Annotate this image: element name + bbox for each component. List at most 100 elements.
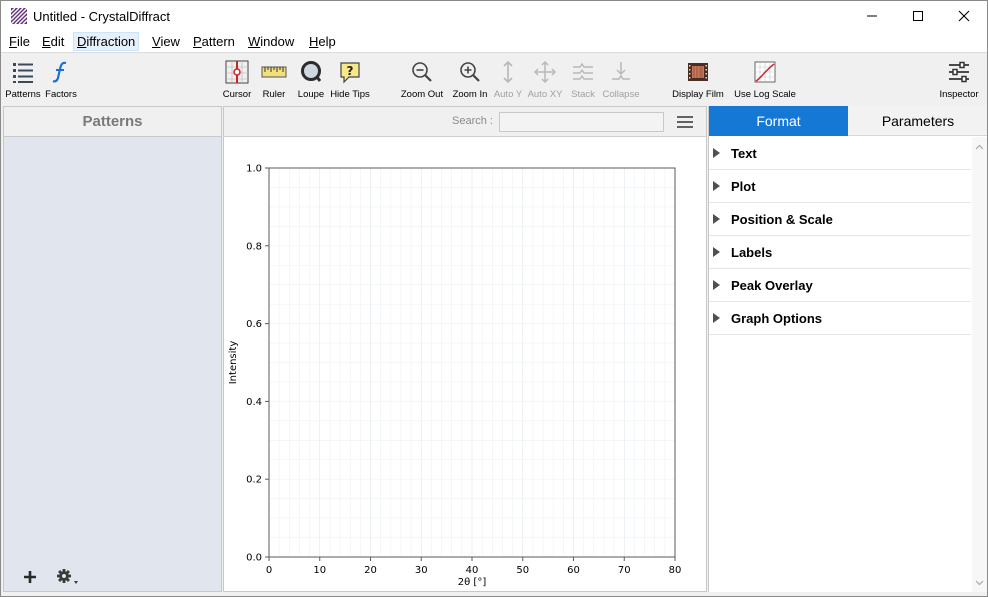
chevron-up-icon[interactable]	[975, 143, 984, 152]
section-peak-overlay[interactable]: Peak Overlay	[709, 269, 971, 302]
chart-panel: Search : 0 10 20 30 40 50 60 70 80 0.0 0.2 0.4 0.6 0…	[223, 106, 707, 592]
menu-icon[interactable]	[676, 114, 694, 130]
log-scale-label: Use Log Scale	[734, 89, 796, 100]
section-position-scale[interactable]: Position & Scale	[709, 203, 971, 236]
ruler-button[interactable]: Ruler	[257, 53, 291, 105]
function-icon	[52, 61, 67, 83]
x-tick-label: 20	[364, 565, 377, 576]
minimize-button[interactable]	[849, 1, 895, 31]
section-labels[interactable]: Labels	[709, 236, 971, 269]
cursor-label: Cursor	[222, 89, 252, 100]
patterns-panel-title: Patterns	[4, 107, 221, 137]
x-tick-label: 70	[618, 565, 631, 576]
list-icon	[13, 63, 33, 83]
menu-window[interactable]: Window	[245, 32, 297, 51]
maximize-button[interactable]	[895, 1, 941, 31]
gear-icon[interactable]	[56, 568, 82, 586]
stack-label: Stack	[571, 89, 595, 100]
menu-view[interactable]: View	[149, 32, 183, 51]
display-film-button[interactable]: Display Film	[670, 53, 726, 105]
disclosure-arrow-icon	[713, 181, 720, 191]
hide-tips-label: Hide Tips	[330, 89, 370, 100]
zoom-in-button[interactable]: Zoom In	[449, 53, 491, 105]
chevron-down-icon[interactable]	[975, 578, 984, 587]
y-tick-label: 0.6	[246, 319, 262, 330]
menu-edit[interactable]: Edit	[39, 32, 67, 51]
loupe-label: Loupe	[297, 89, 325, 100]
display-film-label: Display Film	[672, 89, 724, 100]
stack-icon	[573, 62, 593, 80]
factors-label: Factors	[45, 89, 77, 100]
section-plot[interactable]: Plot	[709, 170, 971, 203]
tab-format[interactable]: Format	[709, 106, 848, 136]
loupe-icon	[301, 61, 322, 82]
tips-icon: ?	[340, 62, 360, 84]
app-window: Untitled - CrystalDiffract File Edit Dif…	[0, 0, 988, 597]
zoom-out-icon	[412, 62, 432, 82]
close-button[interactable]	[941, 1, 987, 31]
search-input[interactable]	[499, 112, 664, 132]
collapse-button[interactable]: Collapse	[601, 53, 641, 105]
film-icon	[688, 63, 708, 81]
zoom-in-label: Zoom In	[452, 89, 488, 100]
factors-button[interactable]: Factors	[43, 53, 79, 105]
disclosure-arrow-icon	[713, 214, 720, 224]
inspector-button[interactable]: Inspector	[937, 53, 981, 105]
menu-help[interactable]: Help	[306, 32, 339, 51]
window-title: Untitled - CrystalDiffract	[33, 9, 171, 24]
disclosure-arrow-icon	[713, 247, 720, 257]
auto-xy-label: Auto XY	[527, 89, 563, 100]
x-axis-label: 2θ [°]	[458, 577, 487, 588]
ruler-icon	[261, 66, 287, 78]
section-graph-options[interactable]: Graph Options	[709, 302, 971, 335]
disclosure-arrow-icon	[713, 280, 720, 290]
log-scale-icon	[754, 61, 776, 83]
title-bar: Untitled - CrystalDiffract	[1, 1, 987, 31]
menu-pattern[interactable]: Pattern	[190, 32, 238, 51]
y-axis-label: Intensity	[228, 341, 239, 385]
x-tick-label: 0	[266, 565, 272, 576]
auto-y-button[interactable]: Auto Y	[491, 53, 525, 105]
section-label: Peak Overlay	[731, 278, 813, 293]
loupe-button[interactable]: Loupe	[294, 53, 328, 105]
section-label: Text	[731, 146, 757, 161]
y-axis: 0.0 0.2 0.4 0.6 0.8 1.0	[246, 164, 269, 564]
zoom-in-icon	[460, 62, 480, 82]
y-tick-label: 0.8	[246, 241, 262, 252]
search-label: Search :	[452, 115, 493, 127]
minimize-icon	[867, 15, 877, 17]
section-text[interactable]: Text	[709, 137, 971, 170]
patterns-button[interactable]: Patterns	[4, 53, 42, 105]
x-tick-label: 30	[415, 565, 428, 576]
disclosure-arrow-icon	[713, 313, 720, 323]
zoom-out-label: Zoom Out	[400, 89, 444, 100]
maximize-icon	[913, 11, 923, 21]
stack-button[interactable]: Stack	[566, 53, 600, 105]
crystal-app-icon	[11, 8, 27, 24]
chart-grid	[268, 167, 676, 558]
inspector-label: Inspector	[939, 89, 979, 100]
x-tick-label: 60	[567, 565, 580, 576]
log-scale-button[interactable]: Use Log Scale	[732, 53, 798, 105]
section-label: Graph Options	[731, 311, 822, 326]
ruler-label: Ruler	[262, 89, 286, 100]
auto-xy-button[interactable]: Auto XY	[526, 53, 564, 105]
menu-file[interactable]: File	[6, 32, 33, 51]
hide-tips-button[interactable]: ? Hide Tips	[328, 53, 372, 105]
inspector-scrollbar[interactable]	[972, 137, 987, 592]
cursor-button[interactable]: Cursor	[219, 53, 255, 105]
y-tick-label: 1.0	[246, 164, 262, 175]
menu-bar: File Edit Diffraction View Pattern Windo…	[1, 31, 987, 52]
close-icon	[958, 10, 970, 22]
section-label: Labels	[731, 245, 773, 260]
section-label: Position & Scale	[731, 212, 833, 227]
collapse-label: Collapse	[602, 89, 640, 100]
diffraction-chart[interactable]: 0 10 20 30 40 50 60 70 80 0.0 0.2 0.4 0.6 0.8 1.0 2θ …	[224, 137, 706, 592]
menu-diffraction[interactable]: Diffraction	[73, 32, 140, 51]
plus-icon[interactable]	[22, 569, 38, 585]
sliders-icon	[949, 61, 969, 83]
x-tick-label: 40	[466, 565, 479, 576]
tab-parameters[interactable]: Parameters	[848, 106, 987, 136]
collapse-icon	[612, 62, 630, 80]
zoom-out-button[interactable]: Zoom Out	[399, 53, 445, 105]
